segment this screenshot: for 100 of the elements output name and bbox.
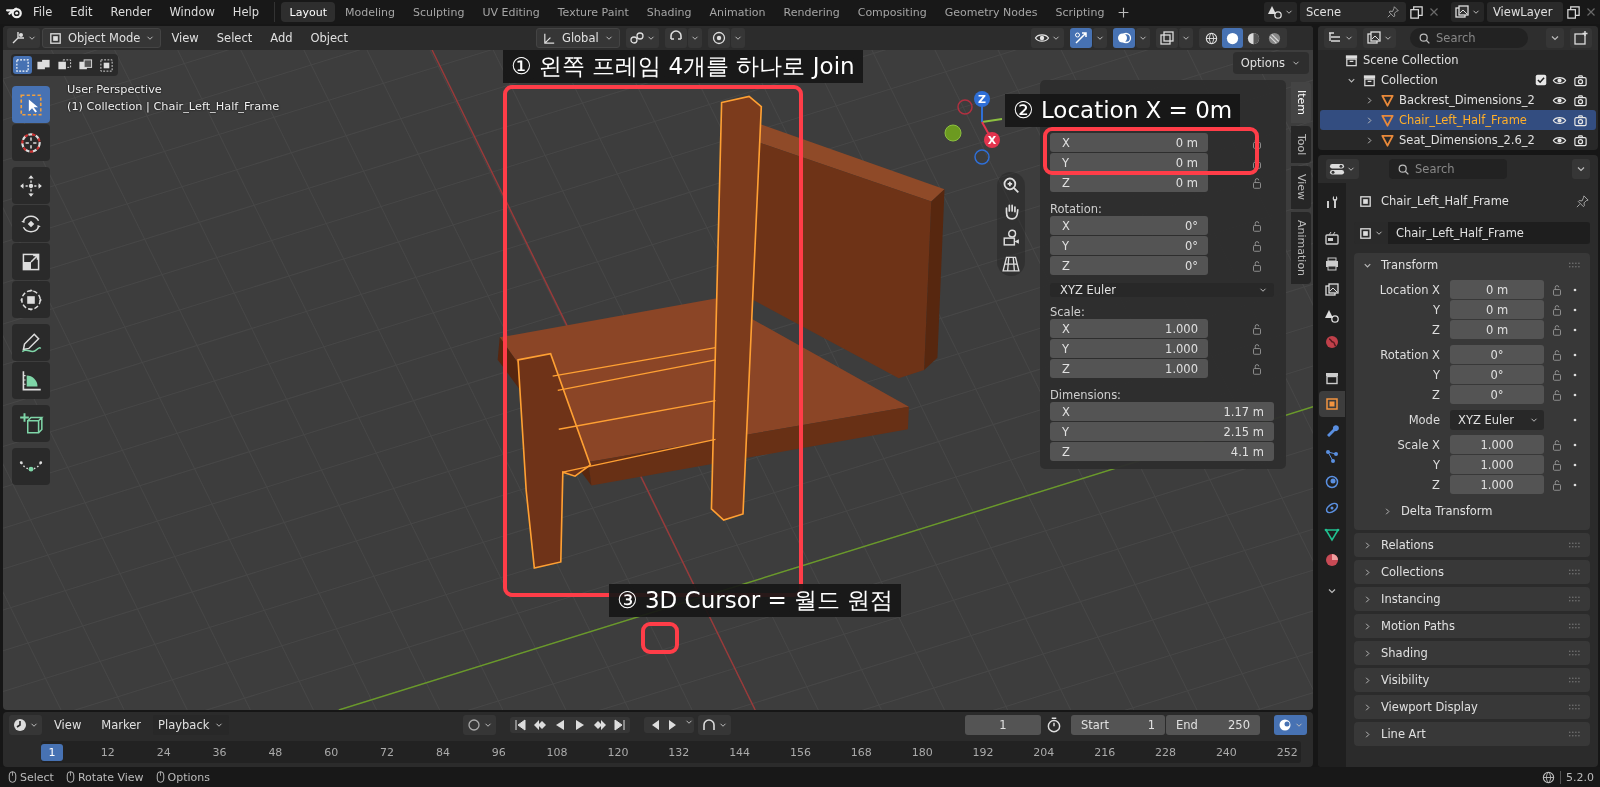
workspace-tab[interactable]: Texture Paint [549, 2, 638, 22]
workspace-tab[interactable]: Scripting [1046, 2, 1113, 22]
number-field[interactable]: Z 4.1 m [1050, 442, 1274, 461]
axis-handle[interactable]: Z [974, 91, 990, 107]
menu-item[interactable]: View [46, 714, 90, 735]
number-field[interactable]: X 0° [1050, 216, 1208, 235]
number-field[interactable]: Z 1.000 [1050, 359, 1208, 378]
outliner-row[interactable]: Seat_Dimensions_2.6_2 [1320, 130, 1596, 150]
panel-header[interactable]: Collections [1354, 560, 1590, 584]
annotation-label: ① 왼쪽 프레임 4개를 하나로 Join [503, 50, 863, 83]
workspace-tab[interactable]: Animation [700, 2, 775, 22]
playback-dropdown[interactable]: Playback [153, 714, 230, 735]
outliner-row[interactable]: Collection [1320, 70, 1596, 90]
menu-item[interactable]: Select [208, 28, 261, 48]
number-field[interactable]: 0 m [1450, 320, 1544, 339]
number-field[interactable]: X 1.17 m [1050, 402, 1274, 421]
workspace-tab[interactable]: UV Editing [473, 2, 549, 22]
field-label: Z [1431, 387, 1441, 402]
number-field[interactable]: Y 0° [1050, 236, 1208, 255]
outliner-row[interactable]: Chair_Left_Half_Frame [1320, 110, 1596, 130]
annotation-label: ② Location X = 0m [1005, 94, 1241, 127]
frame-tick-label: 120 [606, 744, 630, 761]
number-field[interactable]: Y 1.000 [1050, 339, 1208, 358]
panel-header[interactable]: Relations [1354, 533, 1590, 557]
menu-item[interactable]: Marker [93, 714, 150, 735]
panel-header[interactable]: Transform [1354, 253, 1590, 277]
number-field[interactable]: 1.000 [1450, 435, 1544, 454]
sidebar-tab[interactable]: Animation [1291, 211, 1311, 284]
rotation-mode-dropdown[interactable]: XYZ Euler [1450, 409, 1544, 430]
group-label: Rotation: [1050, 201, 1103, 216]
number-field[interactable]: Z 0° [1050, 256, 1208, 275]
number-field[interactable]: 0° [1450, 345, 1544, 364]
panel-header[interactable]: Viewport Display [1354, 695, 1590, 719]
frame-tick-label: 108 [545, 744, 569, 761]
number-field[interactable]: 0 m [1450, 300, 1544, 319]
workspace-tab[interactable]: Geometry Nodes [936, 2, 1046, 22]
workspace-tab[interactable]: Shading [638, 2, 700, 22]
mode-dropdown[interactable]: Object Mode [42, 28, 162, 48]
status-hint: Rotate View [77, 770, 144, 784]
subpanel-header[interactable]: Delta Transform [1354, 500, 1493, 522]
field-label: Rotation X [1379, 347, 1441, 362]
number-field[interactable]: X 0 m [1050, 133, 1208, 152]
menu-item[interactable]: View [163, 28, 207, 48]
panel-header[interactable]: Instancing [1354, 587, 1590, 611]
object-title: Chair_Left_Half_Frame [1381, 194, 1510, 208]
frame-tick-label: 216 [1093, 744, 1117, 761]
number-field[interactable]: 1.000 [1450, 475, 1544, 494]
menu-item[interactable]: Add [262, 28, 301, 48]
panel-header[interactable]: Shading [1354, 641, 1590, 665]
axis-handle[interactable]: X [984, 132, 1000, 148]
status-hint: Select [20, 770, 54, 784]
end-frame-field[interactable]: End 250 [1166, 714, 1260, 735]
group-label: Scale: [1050, 304, 1086, 319]
outliner-item-name: Scene Collection [1363, 53, 1460, 67]
panel-header[interactable]: Motion Paths [1354, 614, 1590, 638]
workspace-tab[interactable]: Sculpting [404, 2, 473, 22]
frame-tick-label: 96 [490, 744, 507, 761]
scene-name-field[interactable]: Scene [1300, 2, 1406, 22]
sidebar-tab[interactable]: Item [1291, 82, 1311, 124]
outliner-item-name: Chair_Left_Half_Frame [1399, 113, 1528, 127]
current-frame-field[interactable]: 1 [965, 714, 1041, 735]
object-name-field[interactable]: Chair_Left_Half_Frame [1388, 222, 1590, 244]
sidebar-tab[interactable]: Tool [1291, 126, 1311, 164]
sidebar-tab[interactable]: View [1291, 166, 1311, 209]
number-field[interactable]: Y 2.15 m [1050, 422, 1274, 441]
search-field[interactable]: Search [1410, 28, 1528, 48]
search-field[interactable]: Search [1389, 159, 1507, 179]
frame-tick-label: 252 [1275, 744, 1299, 761]
number-field[interactable]: 1.000 [1450, 455, 1544, 474]
outliner-row[interactable]: Scene Collection [1320, 50, 1596, 70]
status-hint: Options [167, 770, 210, 784]
menu-item[interactable]: Window [160, 1, 224, 23]
frame-tick-label: 36 [211, 744, 228, 761]
start-frame-field[interactable]: Start 1 [1071, 714, 1165, 735]
number-field[interactable]: 0° [1450, 365, 1544, 384]
frame-tick-label: 1 [41, 743, 63, 761]
number-field[interactable]: X 1.000 [1050, 319, 1208, 338]
menu-item[interactable]: Render [101, 1, 161, 23]
frame-tick-label: 12 [99, 744, 116, 761]
menu-item[interactable]: Edit [61, 1, 102, 23]
workspace-tab[interactable]: Rendering [775, 2, 849, 22]
menu-item[interactable]: File [24, 1, 62, 23]
orientation-dropdown[interactable]: Global [535, 28, 620, 48]
rotation-mode-dropdown[interactable]: XYZ Euler [1050, 283, 1274, 297]
workspace-tab[interactable]: Layout [281, 2, 336, 22]
menu-item[interactable]: Object [302, 28, 356, 48]
menu-item[interactable]: Help [223, 1, 269, 23]
view-layer-field[interactable]: ViewLayer [1487, 2, 1563, 22]
number-field[interactable]: 0 m [1450, 280, 1544, 299]
panel-header[interactable]: Visibility [1354, 668, 1590, 692]
number-field[interactable]: 0° [1450, 385, 1544, 404]
outliner-row[interactable]: Backrest_Dimensions_2 [1320, 90, 1596, 110]
panel-header[interactable]: Line Art [1354, 722, 1590, 746]
frame-tick-label: 72 [379, 744, 396, 761]
workspace-tab[interactable]: Modeling [336, 2, 404, 22]
options-dropdown[interactable]: Options [1232, 52, 1309, 74]
workspace-tab[interactable]: Compositing [849, 2, 936, 22]
frame-tick-label: 60 [323, 744, 340, 761]
field-label: Y [1431, 367, 1441, 382]
outliner-item-name: Seat_Dimensions_2.6_2 [1399, 133, 1536, 147]
